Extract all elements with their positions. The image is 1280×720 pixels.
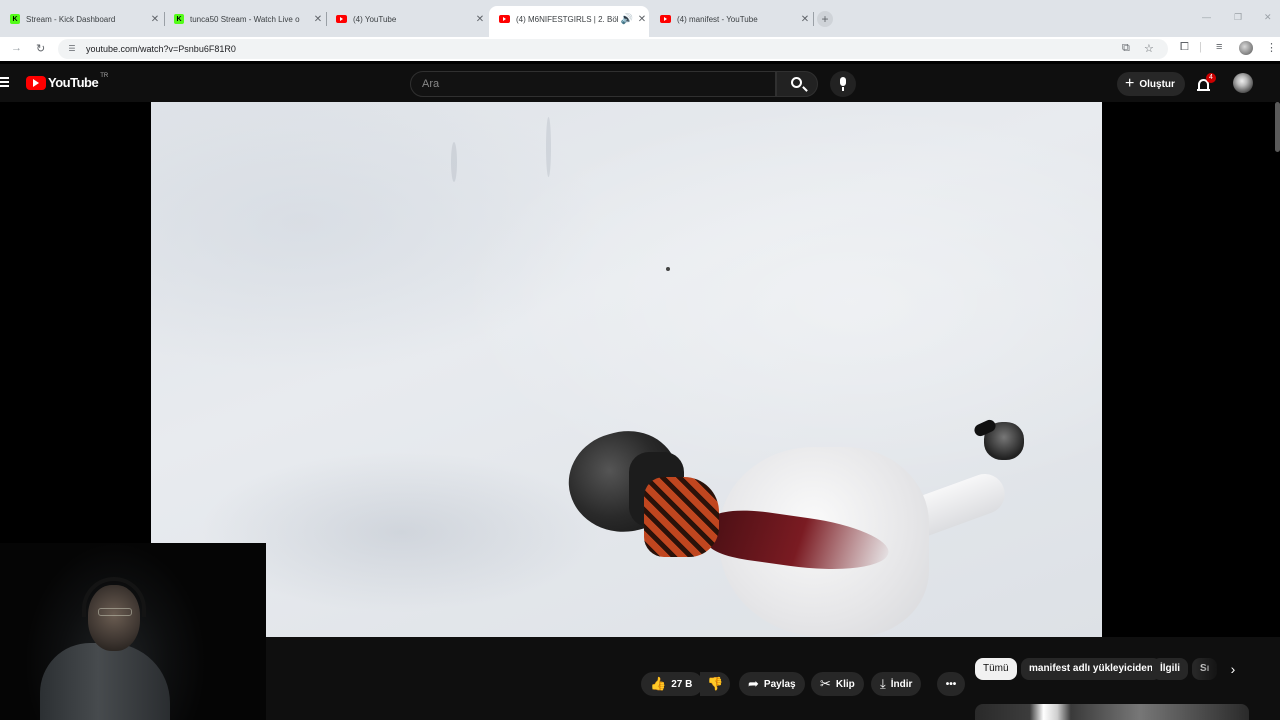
like-count: 27 B (671, 678, 693, 690)
youtube-icon (660, 15, 671, 23)
extensions-icon[interactable]: ⧠ (1180, 41, 1189, 54)
tab-title: tunca50 Stream - Watch Live o (190, 14, 300, 24)
browser-tab-kick-dashboard[interactable]: K Stream - Kick Dashboard ✕ (0, 9, 162, 29)
video-player[interactable] (151, 102, 1102, 637)
chip-from-uploader[interactable]: manifest adlı yükleyiciden (1021, 658, 1161, 680)
browser-toolbar: → ↻ ☰ youtube.com/watch?v=Psnbu6F81R0 ⧉ … (0, 37, 1280, 61)
search-button[interactable] (776, 71, 818, 97)
video-frame-skier (557, 419, 1039, 637)
reload-icon[interactable]: ↻ (36, 42, 45, 55)
youtube-icon (499, 15, 510, 23)
tab-divider (813, 12, 814, 26)
browser-tab-strip: K Stream - Kick Dashboard ✕ K tunca50 St… (0, 0, 1280, 37)
youtube-masthead: YouTube TR Ara + Oluştur 4 (0, 64, 1280, 102)
kick-icon: K (10, 14, 20, 24)
page-scrollbar[interactable] (1275, 102, 1280, 152)
tab-title: (4) M6NIFESTGIRLS | 2. Bölü (516, 14, 619, 24)
media-controls-icon[interactable]: ≡ (1216, 41, 1222, 53)
close-icon[interactable]: ✕ (473, 14, 487, 25)
youtube-logo[interactable]: YouTube TR (26, 72, 109, 90)
create-label: Oluştur (1139, 78, 1175, 90)
tab-title: (4) manifest - YouTube (677, 14, 758, 24)
browser-tab-manifest[interactable]: (4) manifest - YouTube ✕ (650, 9, 812, 29)
minimize-icon[interactable]: — (1202, 12, 1211, 22)
youtube-play-icon (26, 75, 46, 90)
notification-count-badge: 4 (1206, 73, 1216, 83)
download-icon: ⤓ (880, 676, 886, 691)
clip-button[interactable]: ✂ Klip (811, 672, 864, 696)
kick-icon: K (174, 14, 184, 24)
account-avatar[interactable] (1233, 73, 1253, 93)
youtube-icon (336, 15, 347, 23)
browser-profile-avatar[interactable] (1239, 41, 1253, 55)
close-icon[interactable]: ✕ (148, 14, 162, 25)
toolbar-divider: | (1199, 41, 1202, 53)
search-input[interactable]: Ara (410, 71, 776, 97)
scissors-icon: ✂ (820, 676, 831, 691)
logo-wordmark: YouTube (48, 75, 99, 90)
microphone-icon (840, 77, 846, 86)
recommended-video-thumbnail[interactable] (975, 704, 1249, 720)
browser-menu-icon[interactable]: ⋮ (1266, 41, 1277, 54)
browser-tab-active-video[interactable]: (4) M6NIFESTGIRLS | 2. Bölü 🔊 ✕ (489, 6, 649, 37)
url-text: youtube.com/watch?v=Psnbu6F81R0 (86, 44, 236, 54)
download-button[interactable]: ⤓ İndir (871, 672, 922, 696)
tab-title: (4) YouTube (353, 14, 397, 24)
search-placeholder: Ara (422, 78, 440, 90)
chip-related[interactable]: İlgili (1152, 658, 1188, 680)
like-button[interactable]: 👍 27 B (641, 672, 703, 696)
share-button[interactable]: ➦ Paylaş (739, 672, 805, 696)
address-bar[interactable]: ☰ youtube.com/watch?v=Psnbu6F81R0 ⧉ ☆ (58, 39, 1168, 59)
bookmark-star-icon[interactable]: ☆ (1144, 42, 1154, 55)
new-tab-button[interactable]: + (817, 11, 833, 27)
forward-icon[interactable]: → (11, 42, 22, 54)
plus-icon: + (1125, 75, 1135, 92)
tab-title: Stream - Kick Dashboard (26, 14, 116, 24)
chip-all[interactable]: Tümü (975, 658, 1017, 680)
chevron-right-icon[interactable]: › (1224, 660, 1242, 678)
more-actions-button[interactable]: ••• (937, 672, 965, 696)
close-icon[interactable]: ✕ (311, 14, 325, 25)
close-icon[interactable]: ✕ (635, 14, 649, 25)
region-code: TR (100, 72, 109, 79)
browser-tab-kick-stream[interactable]: K tunca50 Stream - Watch Live o ✕ (164, 9, 325, 29)
site-info-icon[interactable]: ☰ (66, 44, 78, 54)
dislike-button[interactable]: 👎 (700, 672, 730, 696)
download-label: İndir (890, 678, 913, 690)
close-icon[interactable]: ✕ (798, 14, 812, 25)
guide-menu-icon[interactable] (0, 77, 9, 87)
related-chips-bar: Tümü manifest adlı yükleyiciden İlgili S… (975, 658, 1225, 681)
speaker-icon[interactable]: 🔊 (619, 14, 635, 25)
more-horizontal-icon: ••• (945, 678, 957, 690)
create-button[interactable]: + Oluştur (1117, 72, 1185, 96)
thumbs-down-icon: 👎 (707, 676, 724, 691)
thumbs-up-icon: 👍 (650, 676, 667, 691)
restore-icon[interactable]: ❐ (1234, 12, 1242, 23)
webcam-overlay (0, 543, 266, 720)
close-window-icon[interactable]: ✕ (1264, 12, 1272, 23)
voice-search-button[interactable] (830, 71, 856, 97)
install-app-icon[interactable]: ⧉ (1122, 42, 1130, 55)
share-icon: ➦ (748, 676, 759, 691)
browser-tab-youtube[interactable]: (4) YouTube ✕ (326, 9, 487, 29)
clip-label: Klip (835, 678, 855, 690)
search-icon (791, 77, 802, 88)
share-label: Paylaş (763, 678, 796, 690)
